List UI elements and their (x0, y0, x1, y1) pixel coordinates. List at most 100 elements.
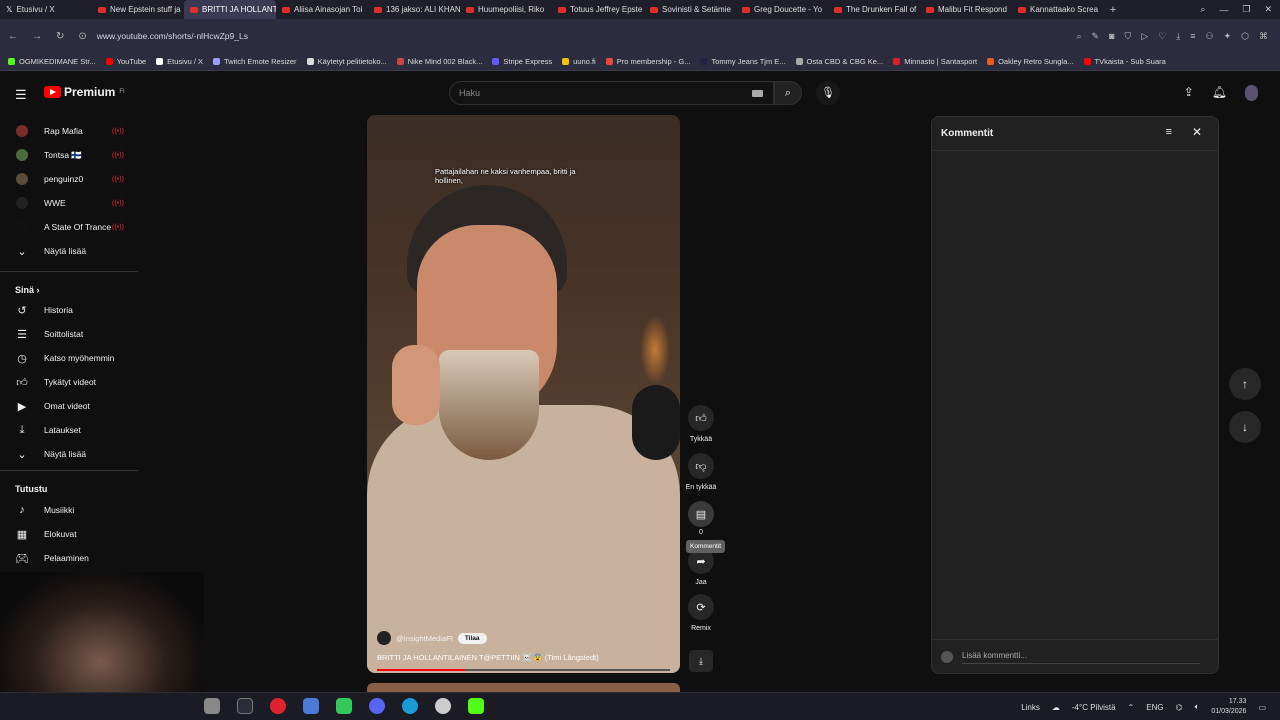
notifications-tray-icon[interactable]: ▭ (1258, 703, 1266, 712)
comments-button[interactable]: ▤ (688, 501, 714, 527)
youtube-premium-logo[interactable]: Premium FI (44, 85, 125, 99)
browser-tab[interactable]: Aliisa Ainasojan Toi (276, 0, 368, 19)
bookmark-item[interactable]: Stripe Express (492, 57, 552, 66)
network-icon[interactable]: ⌬ (1176, 703, 1183, 712)
browser-tab[interactable]: 136 jakso: ALI KHAN (368, 0, 460, 19)
volume-icon[interactable]: 🔈︎ (1195, 702, 1200, 712)
sidebar-item[interactable]: ▦ Elokuvat (0, 524, 138, 544)
back-icon[interactable]: ← (8, 31, 18, 42)
discord-icon[interactable] (369, 698, 385, 714)
browser-tab[interactable]: Kannattaako Screa (1012, 0, 1104, 19)
browser-tab[interactable]: Totuus Jeffrey Epste (552, 0, 644, 19)
sidebar-item[interactable]: ▶ Omat videot (0, 396, 138, 416)
clock[interactable]: 17.33 01/03/2026 (1211, 697, 1246, 717)
task-view-icon[interactable] (237, 698, 253, 714)
browser-tab[interactable]: New Epstein stuff ja (92, 0, 184, 19)
bookmark-item[interactable]: TVkaista - Sub Suara (1083, 57, 1166, 66)
video-progress-bar[interactable] (377, 669, 670, 671)
play-icon[interactable]: ▷ (1141, 31, 1148, 42)
search-button[interactable]: ⌕ (774, 81, 802, 105)
upload-icon[interactable]: ⇪ (1184, 85, 1194, 101)
browser-tab[interactable]: Malibu Fit Respond (920, 0, 1012, 19)
bookmark-item[interactable]: Nike Mind 002 Black... (396, 57, 482, 66)
bookmark-item[interactable]: Etusivu / X (156, 57, 203, 66)
sidebar-item[interactable]: ⌄ Näytä lisää (0, 241, 138, 261)
bookmark-item[interactable]: Twitch Emote Resizer (213, 57, 297, 66)
menu-icon[interactable]: ≡ (1190, 31, 1195, 42)
sidebar-item[interactable]: ♪ Musiikki (0, 500, 138, 520)
weather-label[interactable]: -4°C Pilvistä (1072, 703, 1116, 712)
bookmark-item[interactable]: Oakley Retro Sungla... (987, 57, 1074, 66)
sidebar-item[interactable]: ⤓ Lataukset (0, 420, 138, 440)
browser-tab[interactable]: Sovinisti & Setämie (644, 0, 736, 19)
shield-icon[interactable]: ⛉ (1125, 31, 1132, 42)
previous-short-button[interactable]: ↑ (1229, 368, 1261, 400)
sidebar-channel[interactable]: Tontsa 🇫🇮 ((•)) (0, 145, 138, 165)
bookmark-item[interactable]: Käytetyt pelitietoko... (306, 57, 387, 66)
download-icon[interactable]: ⤓ (1176, 31, 1180, 42)
browser-tab[interactable]: Greg Doucette - Yo (736, 0, 828, 19)
channel-avatar[interactable] (377, 631, 391, 645)
channel-name[interactable]: @InsightMediaFI (396, 634, 453, 643)
browser-tab[interactable]: 𝕏 Etusivu / X (0, 0, 92, 19)
steam-icon[interactable] (435, 698, 451, 714)
browser-tab[interactable]: BRITTI JA HOLLANTI (184, 0, 276, 19)
heart-icon[interactable]: ♡ (1158, 31, 1166, 42)
sidebar-channel[interactable]: A State Of Trance ((•)) (0, 217, 138, 237)
like-button[interactable]: 👍︎ (688, 405, 714, 431)
dislike-action[interactable]: 👎︎ En tykkää (684, 453, 718, 491)
close-window-icon[interactable]: ✕ (1264, 4, 1272, 15)
tray-chevron-icon[interactable]: ⌃ (1128, 703, 1135, 712)
start-icon[interactable] (204, 698, 220, 714)
dislike-button[interactable]: 👎︎ (688, 453, 714, 479)
kick-icon[interactable] (468, 698, 484, 714)
cube-icon[interactable]: ⬡ (1241, 31, 1249, 42)
bookmark-item[interactable]: uuno.fi (562, 57, 596, 66)
search-tabs-icon[interactable]: ⌕ (1200, 4, 1205, 15)
bookmark-item[interactable]: Osta CBD & CBG Ke... (795, 57, 883, 66)
sidebar-item[interactable]: ↺ Historia (0, 300, 138, 320)
links-label[interactable]: Links (1021, 703, 1040, 712)
remix-action[interactable]: ⟳ Remix (684, 594, 718, 632)
spotify-icon[interactable] (336, 698, 352, 714)
language-label[interactable]: ENG (1146, 703, 1163, 712)
next-short-button[interactable]: ↓ (1229, 411, 1261, 443)
forward-icon[interactable]: → (32, 31, 42, 42)
close-icon[interactable]: ✕ (1192, 125, 1202, 139)
sidebar-item[interactable]: ◷ Katso myöhemmin (0, 348, 138, 368)
shorts-video-player[interactable]: Pattajailahan ne kaksi vanhempaa, britti… (367, 115, 680, 673)
new-tab-icon[interactable]: + (1104, 4, 1122, 16)
like-action[interactable]: 👍︎ Tykkää (684, 405, 718, 443)
edit-icon[interactable]: ✎ (1092, 31, 1100, 42)
sidebar-heading-you[interactable]: Sinä › (15, 285, 40, 295)
extension-icon[interactable]: ✦ (1224, 31, 1232, 42)
bookmark-item[interactable]: YouTube (105, 57, 146, 66)
sidebar-item[interactable]: 🎮︎ Pelaaminen (0, 548, 138, 568)
notifications-icon[interactable]: 🔔︎ (1212, 85, 1227, 101)
sidebar-item[interactable]: ☰ Soittolistat (0, 324, 138, 344)
browser-tab[interactable]: The Drunken Fall of (828, 0, 920, 19)
site-info-icon[interactable]: ⊙ (78, 31, 86, 42)
ai-icon[interactable]: ⌘ (1259, 31, 1268, 42)
comments-action[interactable]: ▤ 0 (684, 501, 718, 536)
remix-button[interactable]: ⟳ (688, 594, 714, 620)
video-title[interactable]: BRITTI JA HOLLANTILAINEN T@PETTIIN ☠️ 😨 … (377, 653, 599, 662)
subscribe-button[interactable]: Tilaa (457, 632, 487, 644)
comment-input[interactable]: Lisää kommentti... (962, 651, 1200, 664)
browser-tab[interactable]: Huumepoliisi, Riko (460, 0, 552, 19)
sidebar-channel[interactable]: WWE ((•)) (0, 193, 138, 213)
profile-icon[interactable]: ⚇ (1206, 31, 1214, 42)
search-input[interactable]: Haku (449, 81, 774, 105)
bookmark-item[interactable]: Minnasto | Santasport (893, 57, 977, 66)
sidebar-item[interactable]: ⌄ Näytä lisää (0, 444, 138, 464)
search-page-icon[interactable]: ⌕ (1076, 31, 1081, 42)
share-action[interactable]: ➦ Jaa (684, 548, 718, 586)
guide-menu-icon[interactable]: ☰ (15, 87, 27, 103)
sidebar-channel[interactable]: Rap Mafia ((•)) (0, 121, 138, 141)
sort-icon[interactable]: ≡ (1166, 126, 1172, 138)
keyboard-icon[interactable] (752, 90, 763, 97)
maximize-icon[interactable]: ❐ (1242, 4, 1250, 15)
edge-icon[interactable] (402, 698, 418, 714)
url-field[interactable]: www.youtube.com/shorts/-nlHcwZp9_Ls (97, 31, 248, 41)
minimize-icon[interactable]: — (1219, 5, 1228, 15)
